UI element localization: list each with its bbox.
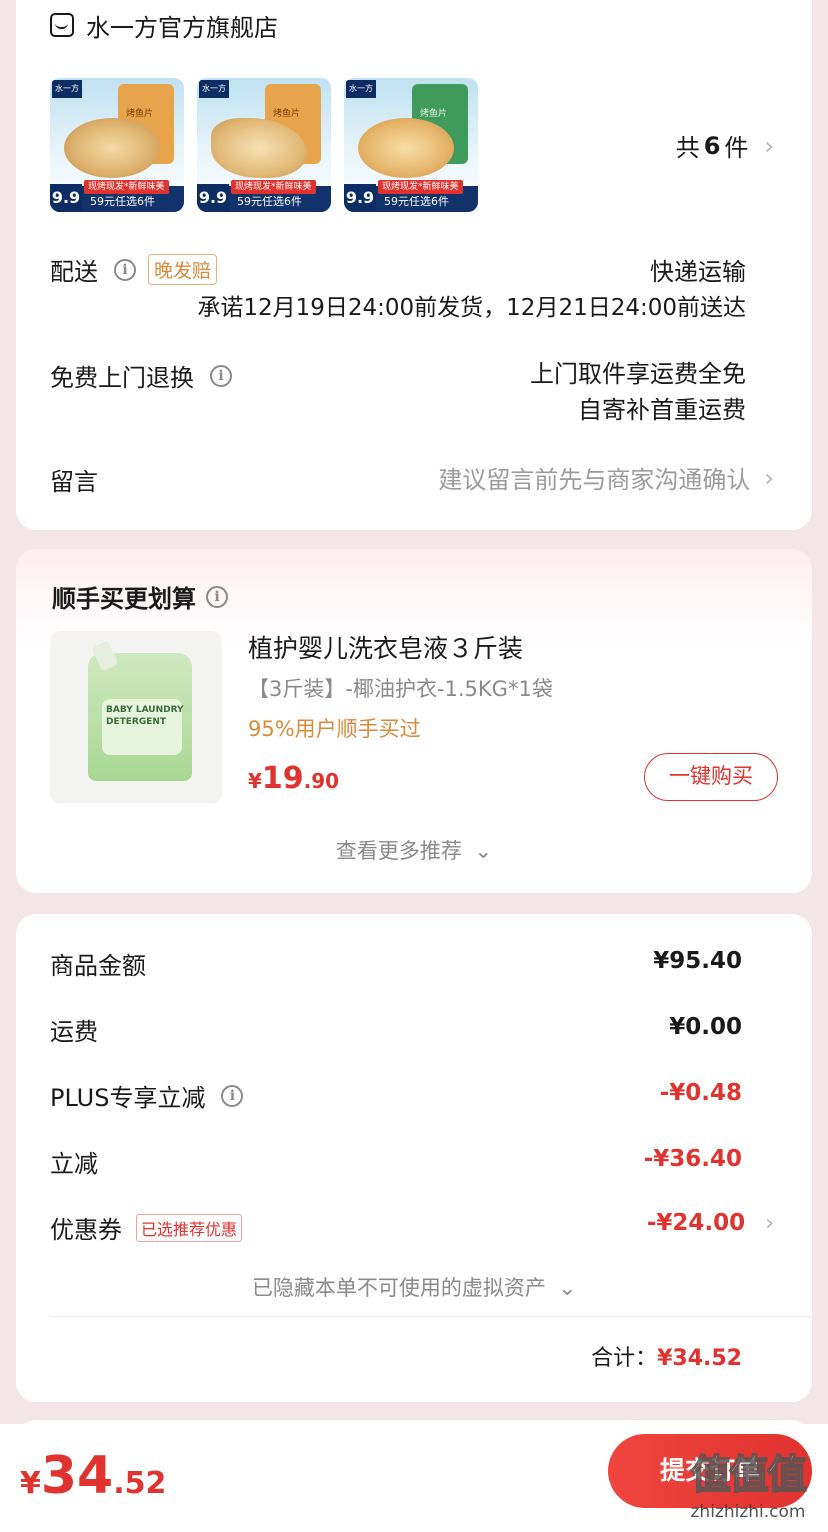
chevron-down-icon: ⌄ — [474, 839, 493, 863]
store-header[interactable]: 水一方官方旗舰店 — [50, 8, 278, 42]
product-thumbnail[interactable]: 烤鱼片 水一方 现烤现发*新鲜味美 59元任选6件 9.9 — [197, 78, 331, 212]
store-name: 水一方官方旗舰店 — [86, 13, 278, 42]
upsell-price: ¥ 19 .90 — [248, 761, 340, 796]
info-icon[interactable]: i — [206, 585, 228, 608]
item-count[interactable]: 共 6 件 › — [676, 128, 774, 163]
one-click-buy-button[interactable]: 一键购买 — [644, 753, 778, 801]
upsell-header: 顺手买更划算 i — [52, 579, 228, 614]
coupon-label: 优惠券 — [50, 1216, 122, 1244]
plus-discount-label: PLUS专享立减 — [50, 1084, 206, 1112]
watermark-url: zhizhizhi.com — [690, 1502, 806, 1522]
delivery-row[interactable]: 配送 i 晚发赔 — [50, 252, 218, 287]
message-label: 留言 — [50, 468, 98, 496]
shipping-fee-value: ¥0.00 — [669, 1014, 742, 1040]
order-shop-card: 水一方官方旗舰店 烤鱼片 水一方 现烤现发*新鲜味美 59元任选6件 9.9 烤… — [16, 0, 812, 530]
chevron-down-icon: ⌄ — [558, 1276, 577, 1300]
upsell-title: 顺手买更划算 — [52, 585, 196, 613]
coupon-row[interactable]: 优惠券 已选推荐优惠 — [50, 1210, 243, 1245]
total-row: 合计： ¥34.52 — [591, 1340, 742, 1372]
goods-amount-label: 商品金额 — [50, 952, 146, 980]
returns-line2: 自寄补首重运费 — [578, 396, 746, 424]
bottom-bar: ¥ 34 .52 提交订单 值值值 zhizhizhi.com — [0, 1424, 828, 1532]
upsell-card: 顺手买更划算 i BABY LAUNDRY DETERGENT 植护婴儿洗衣皂液… — [16, 549, 812, 893]
message-placeholder: 建议留言前先与商家沟通确认 — [438, 466, 751, 494]
late-compensation-badge: 晚发赔 — [148, 254, 218, 285]
upsell-product-spec: 【3斤装】-椰油护衣-1.5KG*1袋 — [248, 677, 553, 701]
chevron-right-icon: › — [764, 463, 774, 492]
instant-discount-value: -¥36.40 — [643, 1146, 742, 1172]
footer-price: ¥ 34 .52 — [20, 1446, 167, 1506]
returns-row[interactable]: 免费上门退换 i — [50, 358, 232, 393]
message-input[interactable]: 建议留言前先与商家沟通确认 › — [438, 460, 774, 495]
upsell-product-name[interactable]: 植护婴儿洗衣皂液３斤装 — [248, 629, 523, 665]
returns-label: 免费上门退换 — [50, 364, 194, 392]
view-more-recommendations[interactable]: 查看更多推荐 ⌄ — [16, 835, 812, 865]
store-icon — [50, 13, 74, 37]
product-thumbnail[interactable]: 烤鱼片 水一方 现烤现发*新鲜味美 59元任选6件 9.9 — [50, 78, 184, 212]
info-icon[interactable]: i — [210, 364, 232, 387]
coupon-value: -¥24.00 — [646, 1210, 746, 1236]
delivery-label: 配送 — [50, 258, 98, 286]
delivery-method: 快递运输 — [650, 258, 746, 286]
upsell-product-image[interactable]: BABY LAUNDRY DETERGENT — [50, 631, 222, 803]
plus-discount-value: -¥0.48 — [659, 1080, 742, 1106]
chevron-right-icon: › — [764, 131, 774, 160]
info-icon[interactable]: i — [114, 258, 136, 281]
upsell-social-proof: 95%用户顺手买过 — [248, 717, 421, 741]
delivery-promise: 承诺12月19日24:00前发货，12月21日24:00前送达 — [197, 295, 746, 321]
total-value: ¥34.52 — [657, 1346, 742, 1371]
product-thumbnail[interactable]: 烤鱼片 水一方 现烤现发*新鲜味美 59元任选6件 9.9 — [344, 78, 478, 212]
divider — [50, 1316, 812, 1317]
item-count-number: 6 — [703, 131, 721, 160]
total-label: 合计： — [591, 1346, 658, 1371]
price-summary-card: 商品金额 ¥95.40 运费 ¥0.00 PLUS专享立减 i -¥0.48 立… — [16, 914, 812, 1402]
plus-discount-row[interactable]: PLUS专享立减 i — [50, 1078, 244, 1113]
coupon-value-group[interactable]: -¥24.00 › — [647, 1210, 774, 1236]
hidden-virtual-assets-toggle[interactable]: 已隐藏本单不可使用的虚拟资产 ⌄ — [16, 1272, 812, 1302]
returns-line1: 上门取件享运费全免 — [530, 360, 746, 388]
chevron-right-icon: › — [765, 1210, 774, 1236]
shipping-fee-label: 运费 — [50, 1018, 98, 1046]
goods-amount-value: ¥95.40 — [653, 948, 742, 974]
watermark: 值值值 zhizhizhi.com — [678, 1442, 818, 1522]
info-icon[interactable]: i — [221, 1084, 244, 1107]
coupon-badge: 已选推荐优惠 — [136, 1213, 243, 1242]
watermark-logo: 值值值 — [690, 1451, 808, 1499]
instant-discount-label: 立减 — [50, 1150, 98, 1178]
